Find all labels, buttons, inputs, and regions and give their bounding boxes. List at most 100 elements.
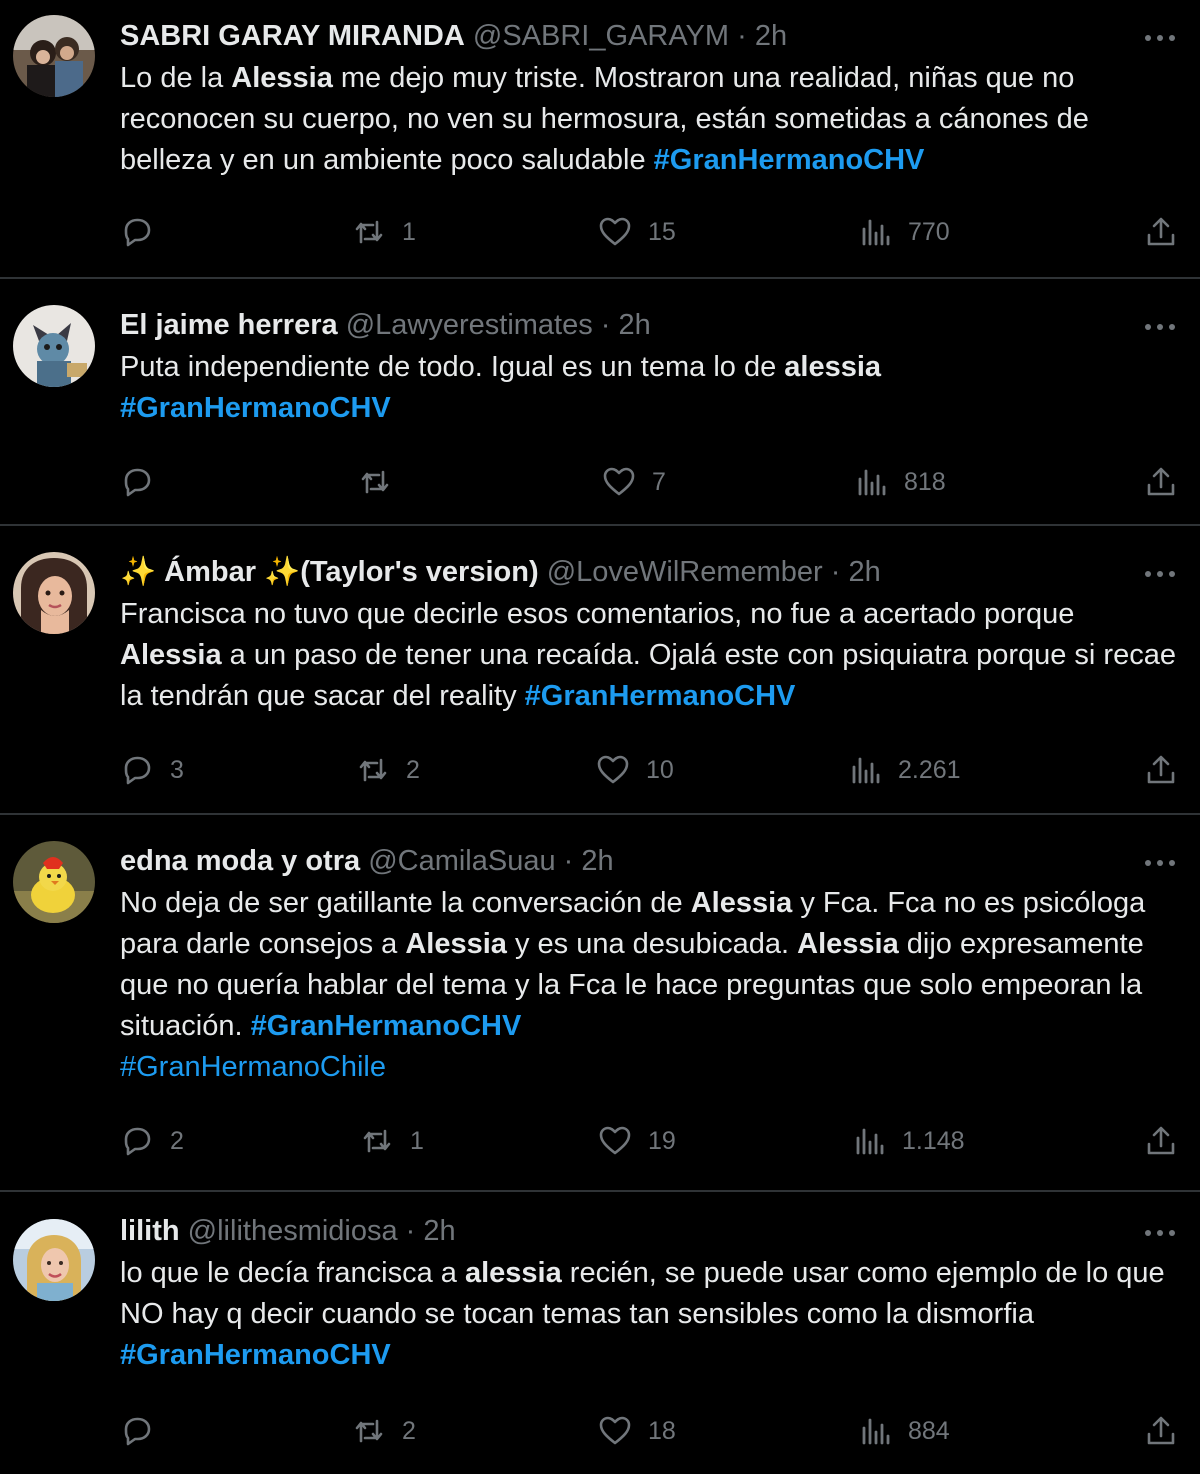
reply-button[interactable]: 2	[120, 1119, 184, 1163]
tweet-actions: 2 1 19 1.148	[120, 1119, 1178, 1163]
display-name[interactable]: SABRI GARAY MIRANDA	[120, 20, 465, 52]
ellipsis-icon	[1145, 571, 1175, 577]
timestamp[interactable]: 2h	[848, 556, 880, 588]
tweet[interactable]: SABRI GARAY MIRANDA @SABRI_GARAYM · 2h L…	[0, 0, 1200, 279]
user-handle[interactable]: @SABRI_GARAYM	[473, 20, 729, 52]
share-button[interactable]	[1144, 748, 1178, 792]
share-button[interactable]	[1144, 1119, 1178, 1163]
display-name[interactable]: El jaime herrera	[120, 309, 338, 341]
share-button[interactable]	[1144, 210, 1178, 254]
tweet[interactable]: El jaime herrera @Lawyerestimates · 2h P…	[0, 279, 1200, 526]
display-name[interactable]: edna moda y otra	[120, 845, 360, 877]
highlighted-term: Alessia	[231, 62, 333, 94]
retweet-button[interactable]	[358, 460, 408, 504]
views-button[interactable]: 1.148	[852, 1119, 965, 1163]
retweet-count: 2	[402, 1416, 416, 1445]
retweet-button[interactable]: 2	[356, 748, 420, 792]
ellipsis-icon	[1145, 1230, 1175, 1236]
upload-arrow-icon	[1147, 755, 1175, 784]
hashtag-link[interactable]: #GranHermanoChile	[120, 1051, 386, 1083]
tweet[interactable]: edna moda y otra @CamilaSuau · 2h No dej…	[0, 815, 1200, 1192]
speech-bubble-icon	[124, 1417, 151, 1446]
reply-count: 2	[170, 1126, 184, 1155]
display-name[interactable]: lilith	[120, 1215, 180, 1247]
text-segment: Puta independiente de todo. Igual es un …	[120, 351, 785, 383]
share-button[interactable]	[1144, 460, 1178, 504]
retweet-button[interactable]: 1	[360, 1119, 424, 1163]
text-segment: No deja de ser gatillante la conversació…	[120, 887, 691, 919]
tweet[interactable]: ✨ Ámbar ✨(Taylor's version) @LoveWilReme…	[0, 526, 1200, 815]
highlighted-term: Alessia	[797, 928, 899, 960]
views-count: 770	[908, 217, 950, 246]
separator: ·	[729, 20, 755, 52]
views-count: 818	[904, 467, 946, 496]
retweet-arrows-icon	[355, 1419, 383, 1443]
tweet-feed: SABRI GARAY MIRANDA @SABRI_GARAYM · 2h L…	[0, 0, 1200, 1474]
like-button[interactable]: 15	[598, 210, 676, 254]
hashtag-link[interactable]: #GranHermanoCHV	[251, 1010, 522, 1042]
retweet-button[interactable]: 1	[352, 210, 416, 254]
separator: ·	[397, 1215, 424, 1247]
share-button[interactable]	[1144, 1409, 1178, 1453]
text-segment: lo que le decía francisca a	[120, 1257, 465, 1289]
hashtag-link[interactable]: #GranHermanoCHV	[120, 392, 391, 424]
like-button[interactable]: 19	[598, 1119, 676, 1163]
user-handle[interactable]: @lilithesmidiosa	[188, 1215, 398, 1247]
more-options-button[interactable]	[1140, 18, 1180, 58]
upload-arrow-icon	[1147, 467, 1175, 496]
heart-icon	[599, 1126, 631, 1155]
retweet-arrows-icon	[363, 1129, 391, 1153]
views-button[interactable]: 884	[858, 1409, 950, 1453]
heart-icon	[599, 1416, 631, 1445]
reply-button[interactable]	[120, 210, 170, 254]
timestamp[interactable]: 2h	[581, 845, 613, 877]
user-handle[interactable]: @CamilaSuau	[368, 845, 555, 877]
views-button[interactable]: 770	[858, 210, 950, 254]
highlighted-term: Alessia	[405, 928, 507, 960]
reply-count: 3	[170, 755, 184, 784]
views-count: 2.261	[898, 755, 961, 784]
hashtag-link[interactable]: #GranHermanoCHV	[654, 144, 925, 176]
reply-button[interactable]	[120, 1409, 170, 1453]
tweet[interactable]: lilith @lilithesmidiosa · 2h lo que le d…	[0, 1192, 1200, 1474]
reply-button[interactable]	[120, 460, 170, 504]
retweet-button[interactable]: 2	[352, 1409, 416, 1453]
heart-icon	[599, 217, 631, 246]
highlighted-term: Alessia	[120, 639, 222, 671]
user-handle[interactable]: @Lawyerestimates	[346, 309, 593, 341]
tweet-header: ✨ Ámbar ✨(Taylor's version) @LoveWilReme…	[120, 552, 1180, 592]
reply-button[interactable]: 3	[120, 748, 184, 792]
timestamp[interactable]: 2h	[755, 20, 787, 52]
views-button[interactable]: 2.261	[848, 748, 961, 792]
more-options-button[interactable]	[1140, 1213, 1180, 1253]
more-options-button[interactable]	[1140, 843, 1180, 883]
ellipsis-icon	[1145, 860, 1175, 866]
like-button[interactable]: 7	[602, 460, 666, 504]
tweet-header: El jaime herrera @Lawyerestimates · 2h	[120, 305, 1180, 345]
bar-chart-icon	[862, 1418, 890, 1445]
highlighted-term: alessia	[464, 1257, 562, 1289]
more-options-button[interactable]	[1140, 554, 1180, 594]
timestamp[interactable]: 2h	[423, 1215, 455, 1247]
tweet-header: lilith @lilithesmidiosa · 2h	[120, 1211, 1180, 1251]
avatar[interactable]	[13, 15, 95, 97]
highlighted-term: Alessia	[690, 887, 793, 919]
avatar[interactable]	[13, 305, 95, 387]
heart-icon	[603, 467, 635, 496]
hashtag-link[interactable]: #GranHermanoCHV	[525, 680, 796, 712]
tweet-actions: 1 15 770	[120, 210, 1178, 254]
user-handle[interactable]: @LoveWilRemember	[547, 556, 823, 588]
like-count: 19	[648, 1126, 676, 1155]
like-button[interactable]: 18	[598, 1409, 676, 1453]
like-button[interactable]: 10	[596, 748, 674, 792]
tweet-actions: 7 818	[120, 460, 1178, 504]
more-options-button[interactable]	[1140, 307, 1180, 347]
tweet-header: edna moda y otra @CamilaSuau · 2h	[120, 841, 1180, 881]
hashtag-link[interactable]: #GranHermanoCHV	[120, 1339, 391, 1371]
views-button[interactable]: 818	[854, 460, 946, 504]
display-name[interactable]: ✨ Ámbar ✨(Taylor's version)	[120, 556, 539, 588]
avatar[interactable]	[13, 841, 95, 923]
timestamp[interactable]: 2h	[619, 309, 651, 341]
avatar[interactable]	[13, 1219, 95, 1301]
avatar[interactable]	[13, 552, 95, 634]
